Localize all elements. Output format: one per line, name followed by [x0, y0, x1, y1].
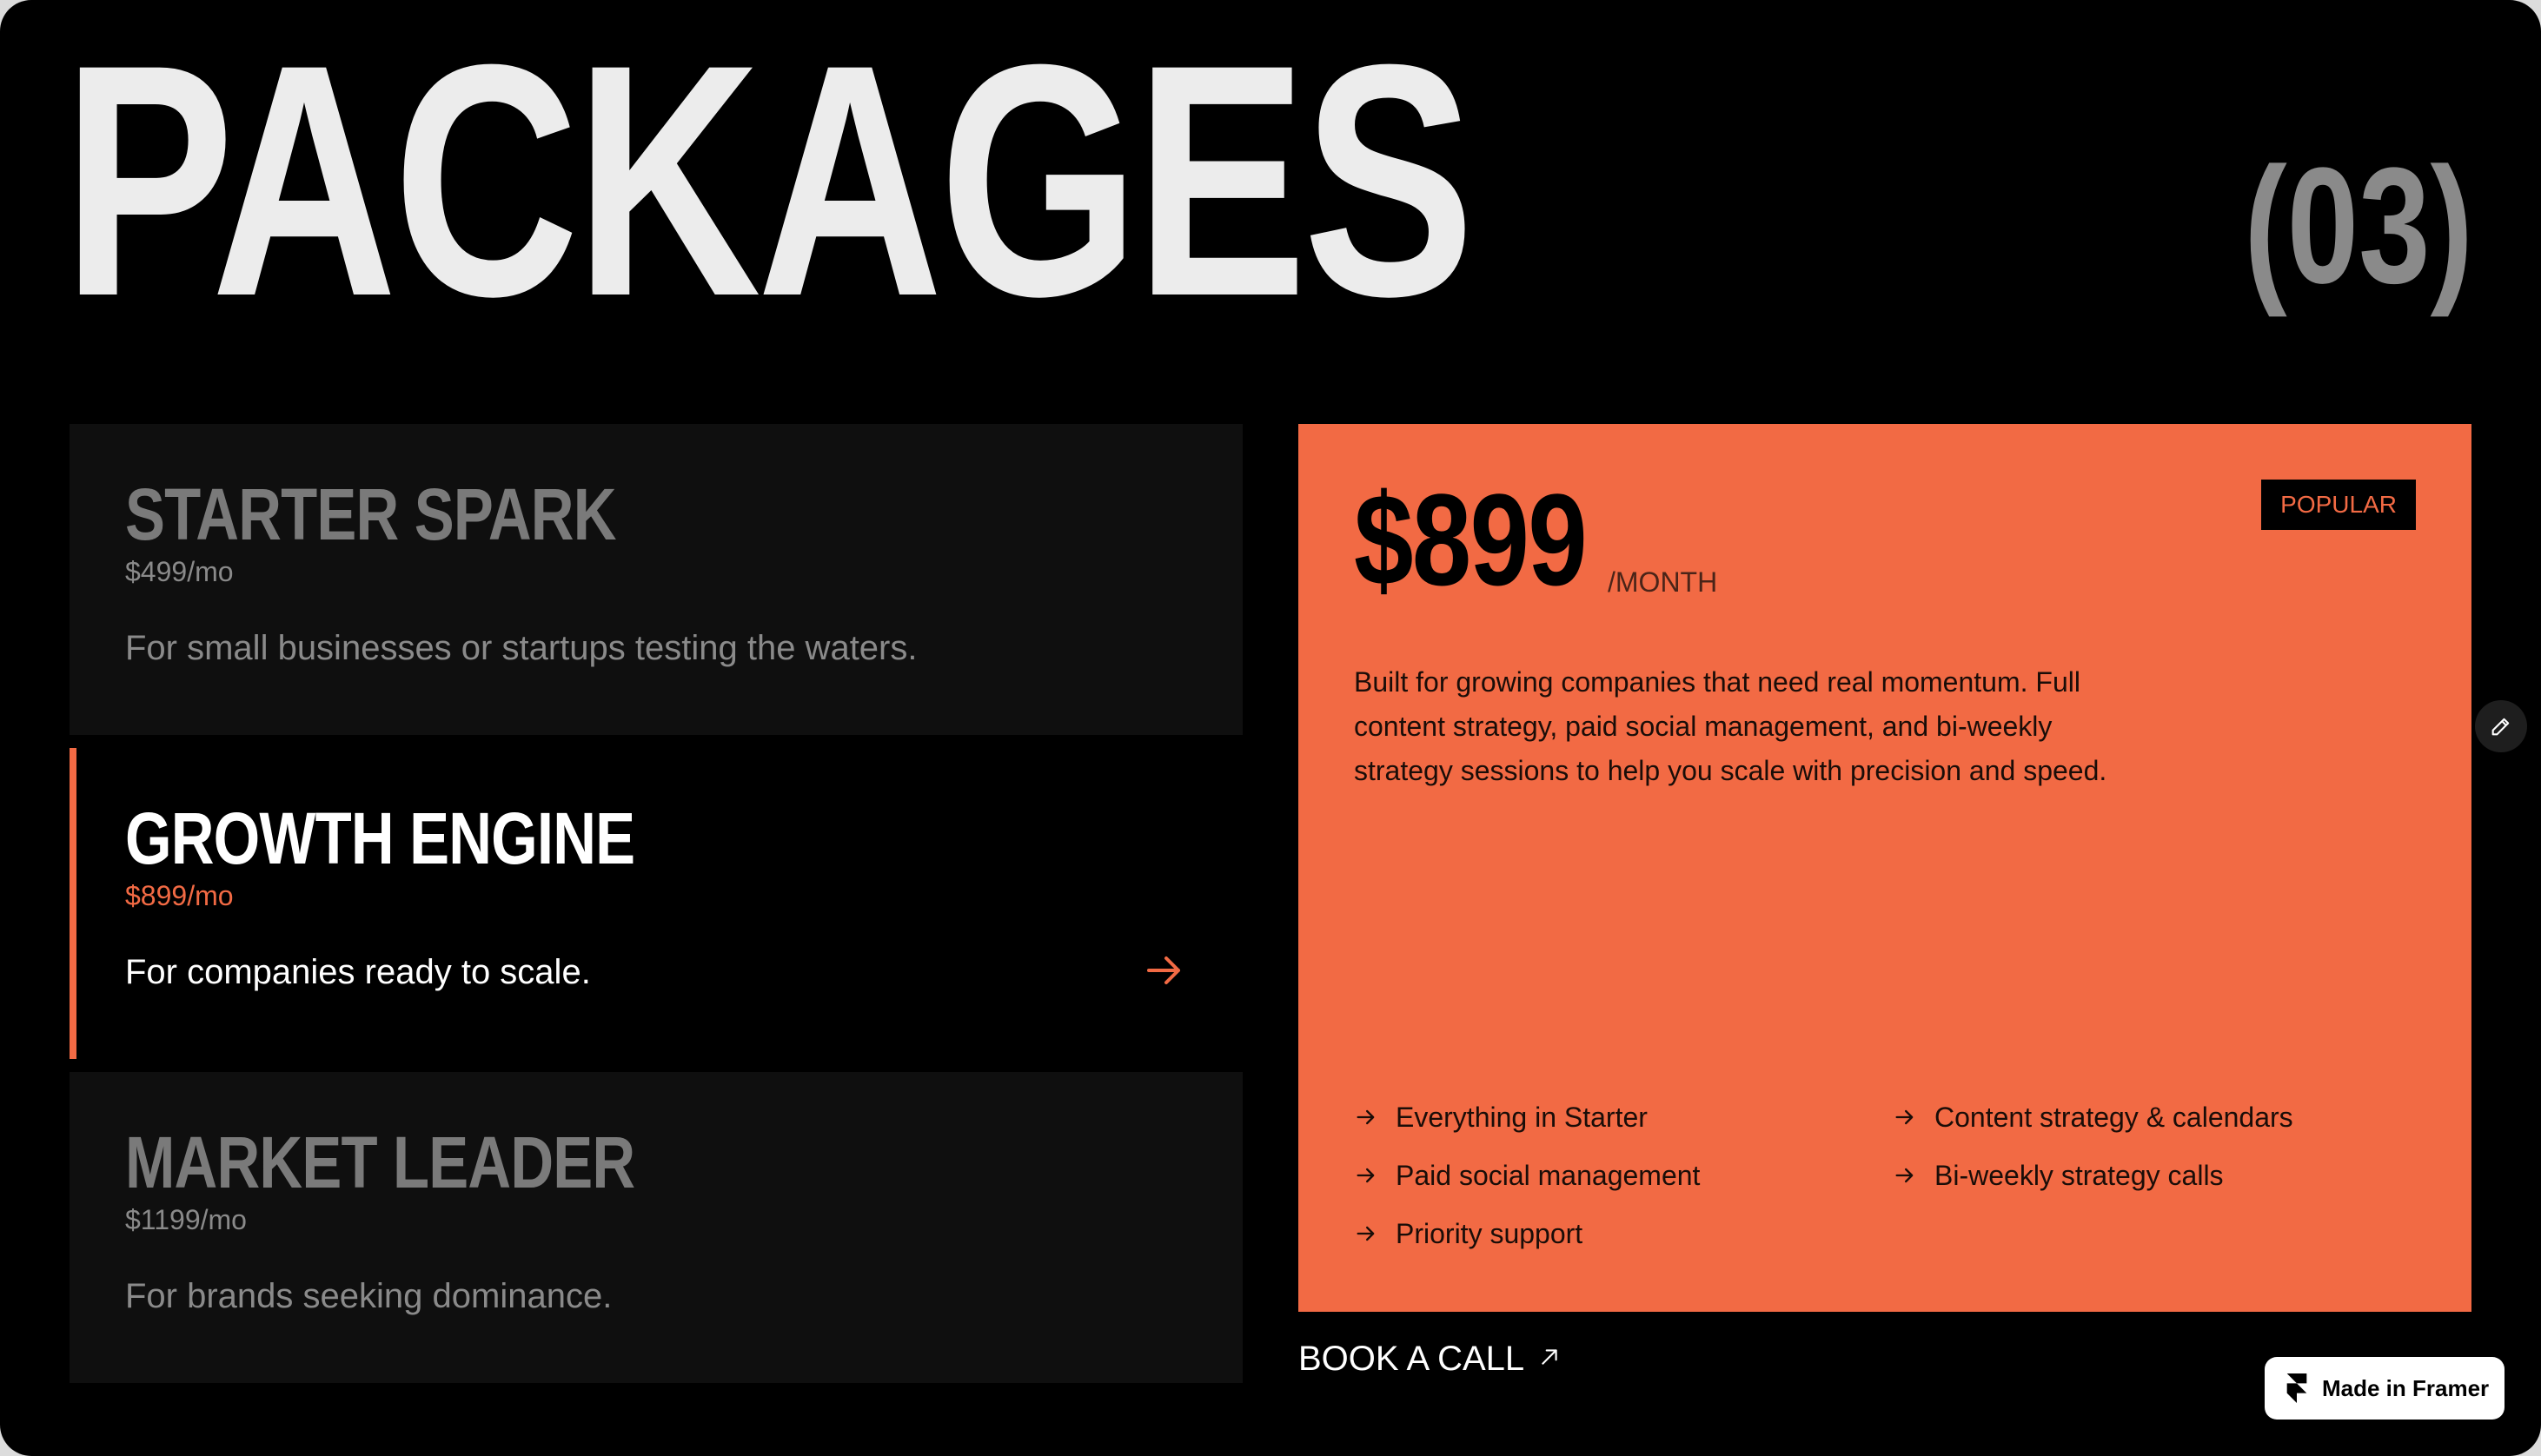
plan-price: $499/mo	[125, 556, 234, 587]
arrow-right-icon	[1895, 1109, 1914, 1125]
plan-price: $899/mo	[125, 880, 234, 911]
page-frame: PACKAGES (03) STARTER SPARK $499/mo For …	[0, 0, 2541, 1456]
feature-label: Paid social management	[1396, 1160, 1701, 1191]
made-in-framer-badge[interactable]: Made in Framer	[2265, 1357, 2505, 1420]
feature-item: Everything in Starter	[1354, 1102, 1648, 1134]
detail-price: $899	[1354, 467, 1588, 612]
arrow-right-icon[interactable]	[1144, 950, 1185, 991]
plan-card-market-leader[interactable]: MARKET LEADER $1199/mo For brands seekin…	[70, 1072, 1243, 1383]
plan-description: For small businesses or startups testing…	[125, 629, 918, 667]
plan-name: STARTER SPARK	[125, 473, 616, 555]
plan-card-starter-spark[interactable]: STARTER SPARK $499/mo For small business…	[70, 424, 1243, 735]
feature-item: Paid social management	[1354, 1160, 1700, 1192]
arrow-up-right-icon	[1542, 1349, 1557, 1365]
feature-item: Bi-weekly strategy calls	[1893, 1160, 2224, 1192]
feature-item: Priority support	[1354, 1218, 1582, 1250]
detail-period: /MONTH	[1608, 566, 1718, 598]
plan-description: For brands seeking dominance.	[125, 1277, 613, 1315]
feature-label: Bi-weekly strategy calls	[1934, 1160, 2224, 1191]
section-number: (03)	[2244, 134, 2473, 318]
edit-button[interactable]	[2475, 700, 2527, 752]
plan-name: MARKET LEADER	[125, 1122, 635, 1203]
cta-label: BOOK A CALL	[1298, 1340, 1525, 1378]
framer-logo-icon	[2286, 1373, 2307, 1403]
pencil-icon	[2491, 718, 2510, 736]
plan-price: $1199/mo	[125, 1204, 247, 1235]
detail-description: Built for growing companies that need re…	[1354, 666, 2107, 786]
plan-detail-card: POPULAR $899 /MONTH Built for growing co…	[1298, 424, 2471, 1312]
feature-label: Priority support	[1396, 1218, 1583, 1249]
plan-card-growth-engine[interactable]: GROWTH ENGINE $899/mo For companies read…	[70, 748, 1243, 1059]
plan-description: For companies ready to scale.	[125, 953, 591, 991]
page-title: PACKAGES	[63, 0, 1475, 365]
book-a-call-link[interactable]: BOOK A CALL	[1298, 1340, 1561, 1379]
arrow-right-icon	[1357, 1168, 1375, 1183]
arrow-right-icon	[1895, 1168, 1914, 1183]
popular-badge: POPULAR	[2261, 480, 2416, 530]
feature-label: Content strategy & calendars	[1934, 1102, 2293, 1133]
feature-label: Everything in Starter	[1396, 1102, 1648, 1133]
arrow-right-icon	[1357, 1226, 1375, 1241]
arrow-right-icon	[1357, 1109, 1375, 1125]
framer-badge-label: Made in Framer	[2322, 1374, 2490, 1401]
plan-name: GROWTH ENGINE	[125, 797, 635, 879]
feature-item: Content strategy & calendars	[1893, 1102, 2293, 1134]
